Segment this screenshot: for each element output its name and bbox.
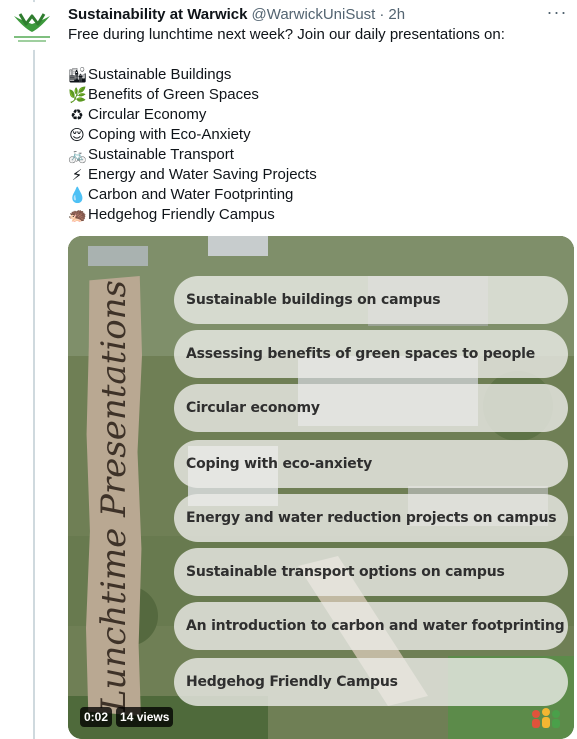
topic-item: 💧 Carbon and Water Footprinting: [68, 185, 568, 205]
slide-item: An introduction to carbon and water foot…: [174, 602, 568, 650]
header-separator: ·: [379, 5, 385, 23]
tweet-header: Sustainability at Warwick @WarwickUniSus…: [68, 3, 567, 25]
slide-item: Coping with eco-anxiety: [174, 440, 568, 488]
slide-item: Hedgehog Friendly Campus: [174, 658, 568, 706]
more-horizontal-icon: ···: [546, 1, 568, 22]
environmental-sustainability-logo-icon: [8, 2, 56, 50]
slide-item: Circular economy: [174, 384, 568, 432]
hedgehog-emoji-icon: 🦔: [68, 206, 87, 224]
video-duration: 0:02: [80, 707, 113, 727]
slide-item: Assessing benefits of green spaces to pe…: [174, 330, 568, 378]
topic-item: 🏙 Sustainable Buildings: [68, 65, 568, 85]
author-handle[interactable]: @WarwickUniSust: [252, 6, 376, 23]
topic-item: 🦔 Hedgehog Friendly Campus: [68, 205, 568, 225]
topic-label: Sustainable Buildings: [88, 66, 232, 83]
topic-label: Benefits of Green Spaces: [88, 86, 259, 103]
topic-label: Hedgehog Friendly Campus: [88, 206, 275, 223]
video-views: 14 views: [116, 707, 174, 727]
lightning-emoji-icon: ⚡: [71, 166, 83, 184]
topic-item: 😌 Coping with Eco-Anxiety: [68, 125, 568, 145]
topic-label: Sustainable Transport: [88, 146, 234, 163]
banner-title: Lunchtime Presentations: [94, 279, 134, 713]
bicycle-emoji-icon: 🚲: [68, 146, 87, 164]
slide-item: Sustainable buildings on campus: [174, 276, 568, 324]
thread-connector-line: [33, 0, 35, 739]
topic-label: Coping with Eco-Anxiety: [88, 126, 251, 143]
video-info-badges: 0:02 14 views: [80, 707, 174, 727]
slide-item: Sustainable transport options on campus: [174, 548, 568, 596]
profile-avatar[interactable]: [8, 2, 56, 50]
topic-item: 🌿 Benefits of Green Spaces: [68, 85, 568, 105]
tweet-body: Free during lunchtime next week? Join ou…: [68, 25, 568, 225]
cityscape-emoji-icon: 🏙: [68, 66, 88, 84]
relieved-face-emoji-icon: 😌: [69, 126, 85, 144]
tweet-timestamp[interactable]: 2h: [388, 6, 405, 23]
recycle-emoji-icon: ♻: [70, 106, 84, 124]
droplet-emoji-icon: 💧: [68, 186, 87, 204]
topic-item: ⚡ Energy and Water Saving Projects: [68, 165, 568, 185]
more-options-button[interactable]: ···: [543, 1, 571, 23]
community-people-icon: [532, 708, 560, 728]
topic-label: Carbon and Water Footprinting: [88, 186, 294, 203]
topic-item: 🚲 Sustainable Transport: [68, 145, 568, 165]
herb-emoji-icon: 🌿: [68, 86, 87, 104]
topic-label: Circular Economy: [88, 106, 207, 123]
topic-label: Energy and Water Saving Projects: [88, 166, 317, 183]
author-name[interactable]: Sustainability at Warwick: [68, 6, 248, 23]
video-player[interactable]: Lunchtime Presentations Sustainable buil…: [68, 236, 574, 739]
topic-item: ♻ Circular Economy: [68, 105, 568, 125]
slide-item: Energy and water reduction projects on c…: [174, 494, 568, 542]
tweet-intro: Free during lunchtime next week? Join ou…: [68, 26, 505, 43]
